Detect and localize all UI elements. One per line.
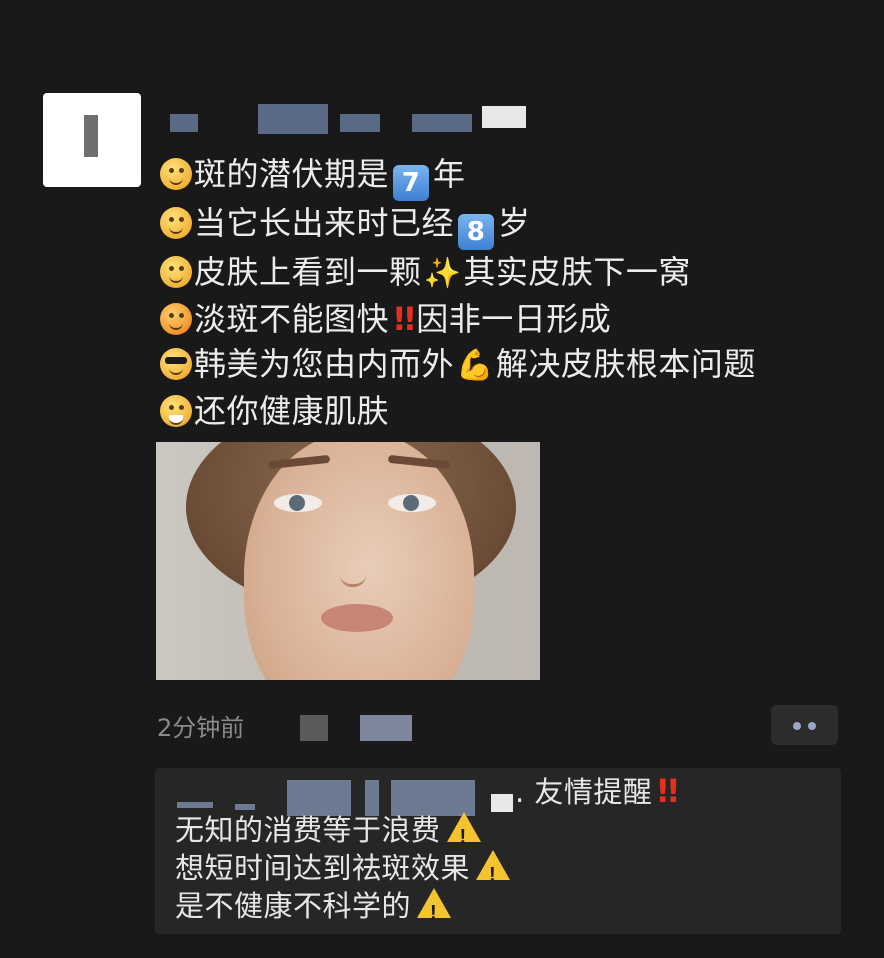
comment-line-2: 想短时间达到祛斑效果 [175, 849, 680, 894]
more-actions-button[interactable] [771, 705, 838, 745]
author-name-redacted[interactable] [170, 100, 530, 134]
post-body: 斑的潜伏期是 7 年 当它长出来时已经 8 岁 皮肤上看到一颗✨其实皮肤下一窝 淡斑不能… [160, 152, 860, 434]
warning-icon [417, 888, 452, 932]
sparkles-icon: ✨ [423, 256, 462, 291]
more-dot-icon [793, 722, 801, 730]
comment-line-head: . 友情提醒!! [515, 772, 681, 810]
post-line-5: 韩美为您由内而外💪解决皮肤根本问题 [160, 342, 860, 389]
keycap-icon: 7 [393, 165, 430, 201]
grinning-face-icon [160, 394, 192, 427]
post-time: 2分钟前 [157, 714, 245, 742]
angry-face-icon [160, 302, 192, 335]
post-line-6: 还你健康肌肤 [160, 389, 860, 435]
more-dot-icon [808, 722, 816, 730]
keycap-icon: 8 [458, 214, 495, 250]
avatar[interactable] [43, 93, 141, 187]
location-redacted-2[interactable] [360, 715, 412, 741]
dizzy-face-icon [160, 158, 192, 190]
post-line-4: 淡斑不能图快!!因非一日形成 [160, 297, 860, 343]
comment-box: . 友情提醒!! 无知的消费等于浪费 想短时间达到祛斑效果 是不健康不科学的 [155, 768, 841, 934]
warning-icon [446, 812, 481, 856]
flexed-biceps-icon: 💪 [456, 348, 494, 384]
post-photo[interactable] [156, 442, 540, 680]
post-line-1: 斑的潜伏期是 7 年 [160, 152, 860, 201]
sweat-face-icon [160, 256, 192, 288]
comment-line-1: 无知的消费等于浪费 [175, 811, 680, 856]
sunglasses-face-icon [160, 348, 192, 381]
swirl-eyes-face-icon [160, 207, 192, 239]
double-exclamation-icon: !! [655, 772, 680, 810]
double-exclamation-icon: !! [392, 299, 417, 338]
avatar-redaction [84, 115, 98, 157]
comment-line-3: 是不健康不科学的 [175, 887, 680, 932]
post-line-2: 当它长出来时已经 8 岁 [160, 201, 860, 250]
location-redacted[interactable] [300, 715, 328, 741]
warning-icon [476, 850, 511, 894]
post-line-3: 皮肤上看到一颗✨其实皮肤下一窝 [160, 250, 860, 297]
